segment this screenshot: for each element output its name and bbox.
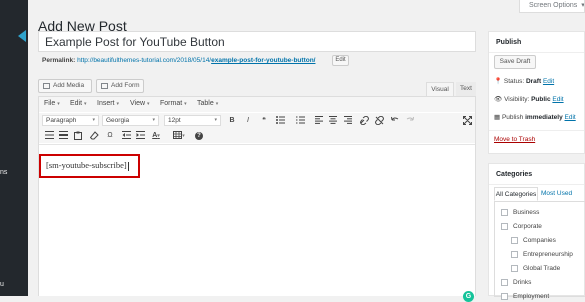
checkbox[interactable]: [501, 209, 508, 216]
menu-view[interactable]: View ▾: [130, 100, 150, 107]
checkbox[interactable]: [511, 251, 518, 258]
add-form-button[interactable]: Add Form: [96, 79, 144, 93]
tab-text[interactable]: Text: [456, 82, 476, 96]
font-size-select[interactable]: 12pt ▾: [164, 115, 221, 126]
category-item[interactable]: Drinks: [501, 279, 531, 286]
visibility-row: 👁 Visibility: Public Edit: [494, 96, 564, 103]
bullet-list-icon[interactable]: [275, 115, 285, 126]
schedule-row: ▦ Publish immediately Edit: [494, 114, 576, 121]
tab-visual[interactable]: Visual: [426, 82, 454, 96]
permalink-label: Permalink:: [42, 57, 76, 64]
categories-title: Categories: [496, 171, 533, 178]
sidebar-fragment[interactable]: u: [0, 281, 4, 288]
align-center-icon[interactable]: [328, 115, 338, 126]
add-media-button[interactable]: Add Media: [38, 79, 92, 93]
checkbox[interactable]: [501, 223, 508, 230]
visibility-edit-link[interactable]: Edit: [552, 96, 563, 103]
add-form-label: Add Form: [111, 82, 140, 89]
screen-options-label: Screen Options: [529, 2, 578, 9]
category-item[interactable]: Business: [501, 209, 539, 216]
categories-box: Categories All Categories Most Used Busi…: [488, 163, 585, 300]
shortcode-text: [sm-youtube-subscribe]: [46, 160, 129, 171]
horizontal-line-icon[interactable]: [58, 130, 68, 141]
post-title-input[interactable]: Example Post for YouTube Button: [38, 31, 476, 52]
publish-box: Publish Save Draft 📍 Status: Draft Edit …: [488, 31, 585, 154]
menu-edit[interactable]: Edit ▾: [70, 100, 87, 107]
sidebar-fragment[interactable]: ns: [0, 169, 7, 176]
numbered-list-icon[interactable]: [295, 115, 305, 126]
bold-button[interactable]: B: [227, 115, 237, 126]
form-icon: [101, 83, 108, 89]
clear-formatting-icon[interactable]: [89, 130, 99, 141]
toolbar-row-1: Paragraph ▾ Georgia ▾ 12pt ▾ B I ❝: [39, 113, 475, 128]
strikethrough-icon[interactable]: [44, 130, 54, 141]
paste-text-icon[interactable]: [73, 130, 83, 141]
category-tabs: All Categories Most Used: [494, 187, 585, 201]
menu-file[interactable]: File ▾: [44, 100, 60, 107]
category-checklist: Business Corporate Companies Entrepreneu…: [494, 201, 585, 300]
permalink-edit-button[interactable]: Edit: [332, 55, 349, 66]
table-icon[interactable]: ▾: [171, 130, 187, 141]
menu-insert[interactable]: Insert ▾: [97, 100, 119, 107]
outdent-icon[interactable]: [121, 130, 131, 141]
redo-icon[interactable]: [405, 115, 415, 126]
menu-table[interactable]: Table ▾: [197, 100, 218, 107]
category-item[interactable]: Corporate: [501, 223, 542, 230]
current-menu-arrow: [18, 30, 26, 42]
menu-format[interactable]: Format ▾: [160, 100, 187, 107]
checkbox[interactable]: [501, 293, 508, 300]
permalink-base[interactable]: http://beautifulthemes-tutorial.com/2018…: [77, 57, 211, 64]
pin-icon: 📍: [494, 78, 503, 85]
permalink-slug[interactable]: example-post-for-youtube-button/: [211, 57, 315, 64]
checkbox[interactable]: [511, 237, 518, 244]
editor-content[interactable]: [sm-youtube-subscribe] G: [39, 144, 475, 302]
save-draft-button[interactable]: Save Draft: [494, 55, 536, 69]
align-left-icon[interactable]: [314, 115, 324, 126]
media-icon: [43, 83, 50, 89]
text-cursor: [127, 161, 129, 171]
permalink: Permalink: http://beautifulthemes-tutori…: [42, 57, 315, 64]
checkbox[interactable]: [511, 265, 518, 272]
publish-title: Publish: [496, 39, 522, 46]
highlight-box: [sm-youtube-subscribe]: [39, 154, 140, 178]
move-to-trash-link[interactable]: Move to Trash: [494, 136, 535, 143]
eye-icon: 👁: [494, 96, 503, 103]
tab-all-categories[interactable]: All Categories: [494, 187, 538, 201]
checkbox[interactable]: [501, 279, 508, 286]
schedule-edit-link[interactable]: Edit: [565, 114, 576, 121]
admin-sidebar: ns u: [0, 0, 28, 296]
category-item[interactable]: Global Trade: [511, 265, 560, 272]
divider: [489, 184, 584, 185]
insert-link-icon[interactable]: [359, 115, 369, 126]
format-select[interactable]: Paragraph ▾: [42, 115, 99, 126]
category-item[interactable]: Employment: [501, 293, 549, 300]
tab-most-used[interactable]: Most Used: [541, 187, 572, 200]
divider: [489, 52, 584, 53]
status-edit-link[interactable]: Edit: [543, 78, 554, 85]
screen-options-button[interactable]: Screen Options ▾: [519, 0, 585, 13]
category-item[interactable]: Entrepreneurship: [511, 251, 573, 258]
unlink-icon[interactable]: [374, 115, 384, 126]
toolbar-row-2: Ω A▾ ▾ ?: [39, 128, 475, 143]
editor-menubar: File ▾ Edit ▾ Insert ▾ View ▾ Format ▾ T…: [39, 97, 475, 112]
divider: [489, 130, 584, 131]
special-character-icon[interactable]: Ω: [105, 130, 115, 141]
font-family-select[interactable]: Georgia ▾: [102, 115, 159, 126]
blockquote-button[interactable]: ❝: [259, 115, 269, 126]
grammarly-icon[interactable]: G: [463, 291, 474, 302]
italic-button[interactable]: I: [243, 115, 253, 126]
align-right-icon[interactable]: [343, 115, 353, 126]
indent-icon[interactable]: [135, 130, 145, 141]
status-row: 📍 Status: Draft Edit: [494, 78, 555, 85]
add-media-label: Add Media: [53, 82, 85, 89]
chevron-down-icon: ▾: [581, 2, 585, 9]
help-icon[interactable]: ?: [194, 130, 204, 141]
text-color-button[interactable]: A▾: [149, 130, 163, 141]
fullscreen-icon[interactable]: [462, 115, 472, 126]
category-item[interactable]: Companies: [511, 237, 556, 244]
undo-icon[interactable]: [389, 115, 399, 126]
editor: File ▾ Edit ▾ Insert ▾ View ▾ Format ▾ T…: [38, 96, 476, 302]
calendar-icon: ▦: [494, 114, 501, 121]
